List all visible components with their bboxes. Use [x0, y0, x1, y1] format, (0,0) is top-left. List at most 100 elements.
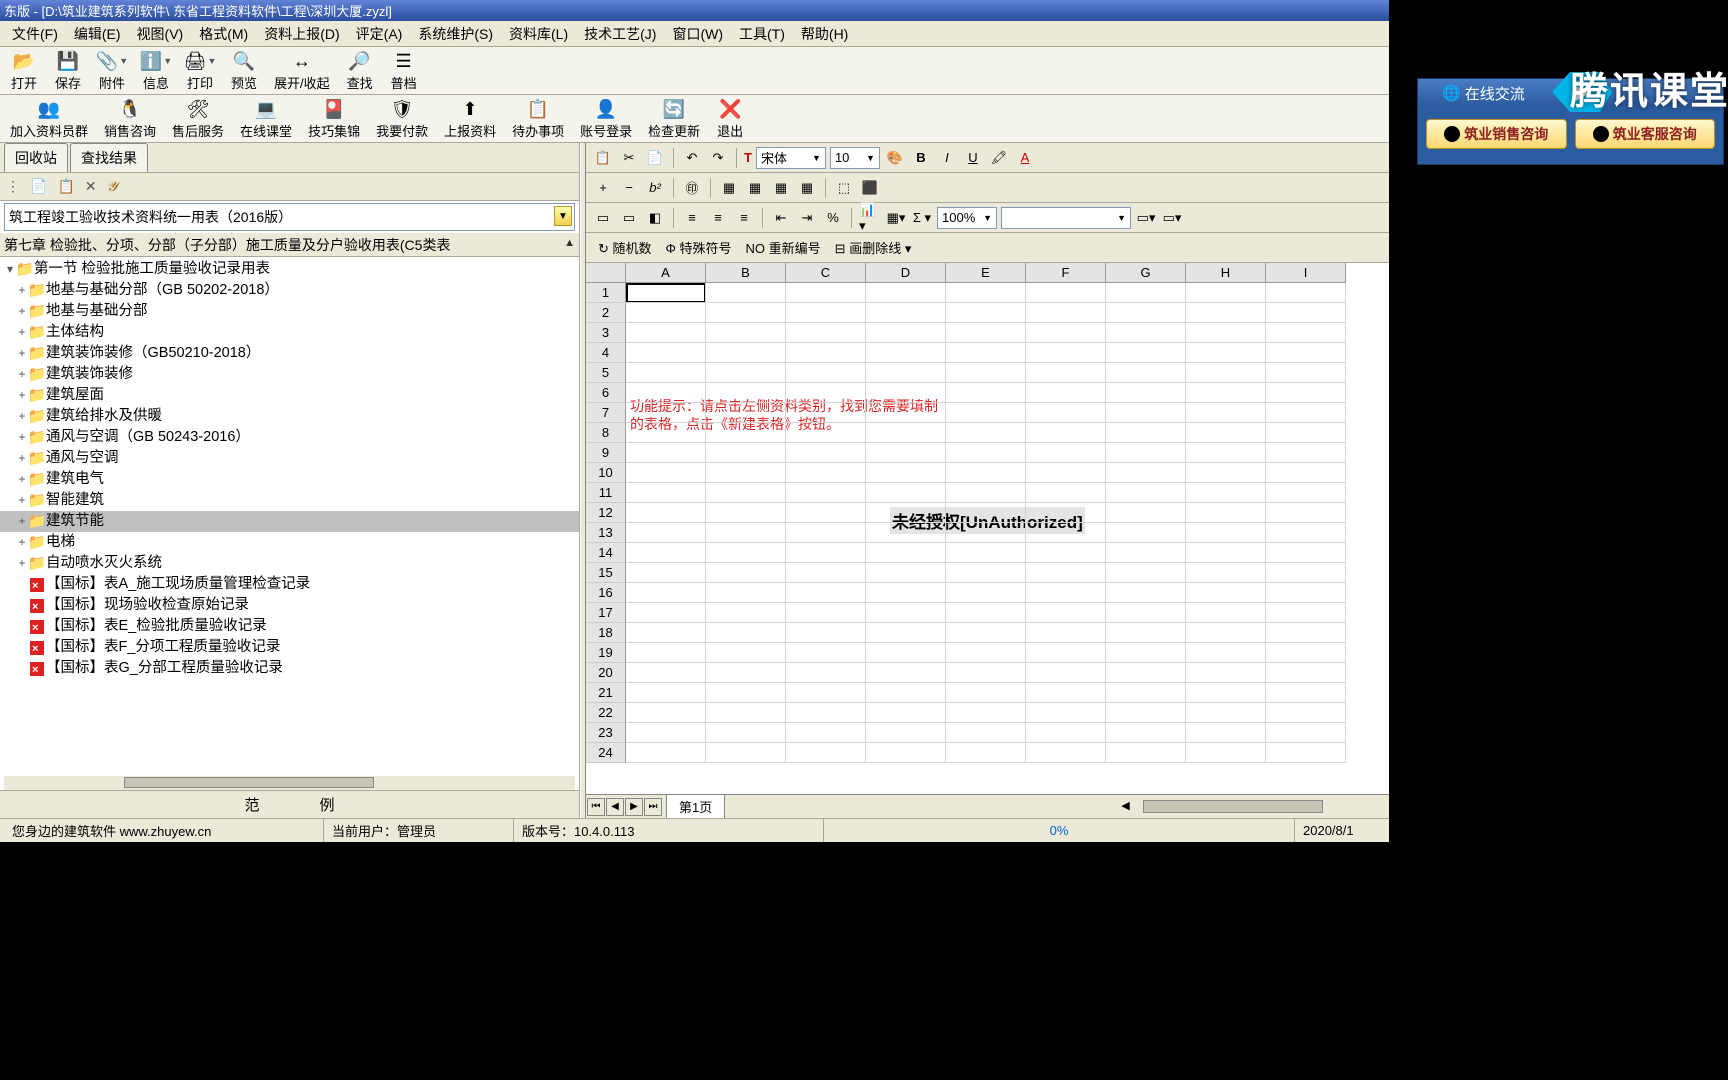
blank-selector[interactable]: ▼ [1001, 207, 1131, 229]
tree-item[interactable]: 【国标】表F_分项工程质量验收记录 [0, 637, 579, 658]
tree-paste-icon[interactable]: 📋 [57, 178, 74, 195]
bottom-tab-2[interactable]: 例 [320, 794, 335, 815]
box-1-icon[interactable]: ▭▾ [1135, 207, 1157, 229]
sheet-tab[interactable]: 第1页 [666, 794, 725, 818]
tree-filter-icon[interactable]: 𝒴 [107, 178, 118, 195]
tree-item[interactable]: +📁电梯 [0, 532, 579, 553]
row-header[interactable]: 23 [586, 723, 626, 743]
tb-tb1-3[interactable]: ℹ️▼信息 [134, 49, 178, 92]
sheet-next-icon[interactable]: ▶ [625, 798, 643, 816]
tb-tb2-2[interactable]: 🛠售后服务 [164, 97, 232, 140]
fontsize-selector[interactable]: 10 ▼ [830, 147, 880, 169]
menu-item-9[interactable]: 窗口(W) [664, 22, 731, 46]
tree-hscroll[interactable] [4, 776, 575, 790]
remove-icon[interactable]: − [618, 177, 640, 199]
tree-item[interactable]: 【国标】表E_检验批质量验收记录 [0, 616, 579, 637]
col-header[interactable]: C [786, 263, 866, 283]
paste-icon[interactable]: 📄 [644, 147, 666, 169]
expand-icon[interactable]: ▾ [4, 259, 16, 280]
expand-icon[interactable]: + [16, 469, 28, 490]
align-right-icon[interactable]: ≡ [733, 207, 755, 229]
menu-item-10[interactable]: 工具(T) [731, 22, 793, 46]
row-header[interactable]: 22 [586, 703, 626, 723]
col-header[interactable]: B [706, 263, 786, 283]
expand-icon[interactable]: + [16, 553, 28, 574]
row-header[interactable]: 10 [586, 463, 626, 483]
font-color-icon[interactable]: 🎨 [884, 147, 906, 169]
menu-item-2[interactable]: 视图(V) [129, 22, 192, 46]
expand-icon[interactable]: + [16, 532, 28, 553]
row-header[interactable]: 18 [586, 623, 626, 643]
tree-item[interactable]: ▾📁第一节 检验批施工质量验收记录用表 [0, 259, 579, 280]
expand-icon[interactable]: + [16, 343, 28, 364]
row-header[interactable]: 11 [586, 483, 626, 503]
menu-item-0[interactable]: 文件(F) [4, 22, 66, 46]
chapter-header[interactable]: 第七章 检验批、分项、分部（子分部）施工质量及分户验收用表(C5类表 ▲ [0, 233, 579, 257]
menu-item-5[interactable]: 评定(A) [348, 22, 411, 46]
tree-item[interactable]: +📁建筑给排水及供暖 [0, 406, 579, 427]
copy-icon[interactable]: 📋 [592, 147, 614, 169]
sum-icon[interactable]: Σ ▾ [911, 207, 933, 229]
tree-item[interactable]: +📁通风与空调（GB 50243-2016） [0, 427, 579, 448]
tb-tb2-4[interactable]: 🎴技巧集锦 [300, 97, 368, 140]
underline-icon[interactable]: U [962, 147, 984, 169]
tree-hscroll-thumb[interactable] [124, 777, 374, 788]
tree-item[interactable]: +📁建筑装饰装修 [0, 364, 579, 385]
undo-icon[interactable]: ↶ [681, 147, 703, 169]
sheet-last-icon[interactable]: ⏭ [644, 798, 662, 816]
tree-copy-icon[interactable]: 📄 [30, 178, 47, 195]
menu-item-7[interactable]: 资料库(L) [501, 22, 576, 46]
bottom-tab-1[interactable]: 范 [244, 794, 259, 815]
tb-tb2-5[interactable]: 🛡我要付款 [368, 97, 436, 140]
row-header[interactable]: 14 [586, 543, 626, 563]
border-4-icon[interactable]: ▦ [796, 177, 818, 199]
spreadsheet[interactable]: ABCDEFGHI 123456789101112131415161718192… [586, 263, 1389, 794]
tree-item[interactable]: +📁地基与基础分部 [0, 301, 579, 322]
sheet-first-icon[interactable]: ⏮ [587, 798, 605, 816]
tb-tb1-5[interactable]: 🔍预览 [222, 49, 266, 92]
align-left-icon[interactable]: ≡ [681, 207, 703, 229]
indent-inc-icon[interactable]: ⇥ [796, 207, 818, 229]
tree-item[interactable]: +📁建筑屋面 [0, 385, 579, 406]
tb-tb1-7[interactable]: 🔎查找 [338, 49, 382, 92]
hscroll-left-icon[interactable]: ◀ [1121, 799, 1129, 812]
stamp-icon[interactable]: ㊞ [681, 177, 703, 199]
row-header[interactable]: 8 [586, 423, 626, 443]
cut-icon[interactable]: ✂ [618, 147, 640, 169]
tb-tb2-0[interactable]: 👥加入资料员群 [2, 97, 96, 140]
col-header[interactable]: F [1026, 263, 1106, 283]
expand-icon[interactable]: + [16, 322, 28, 343]
merge-1-icon[interactable]: ⬚ [833, 177, 855, 199]
tool-c-icon[interactable]: ◧ [644, 207, 666, 229]
highlight-icon[interactable]: 🖍 [988, 147, 1010, 169]
btn-random[interactable]: ↻ 随机数 [598, 238, 652, 257]
tb-tb2-1[interactable]: 🐧销售咨询 [96, 97, 164, 140]
tb-tb1-1[interactable]: 💾保存 [46, 49, 90, 92]
border-2-icon[interactable]: ▦ [744, 177, 766, 199]
col-header[interactable]: I [1266, 263, 1346, 283]
form-selector[interactable]: 筑工程竣工验收技术资料统一用表（2016版） ▼ [4, 203, 575, 231]
row-header[interactable]: 20 [586, 663, 626, 683]
expand-icon[interactable]: + [16, 448, 28, 469]
text-tool-icon[interactable]: T [744, 150, 752, 165]
col-header[interactable]: G [1106, 263, 1186, 283]
row-header[interactable]: 12 [586, 503, 626, 523]
row-header[interactable]: 21 [586, 683, 626, 703]
service-consult-button[interactable]: 筑业客服咨询 [1575, 119, 1716, 149]
tool-b-icon[interactable]: ▭ [618, 207, 640, 229]
tb-tb2-10[interactable]: ❌退出 [708, 97, 752, 140]
zoom-selector[interactable]: 100% ▼ [937, 207, 997, 229]
sheet-hscroll[interactable]: ◀ [733, 799, 1389, 815]
row-header[interactable]: 13 [586, 523, 626, 543]
hscroll-thumb[interactable] [1143, 800, 1323, 813]
tree-item[interactable]: +📁建筑节能 [0, 511, 579, 532]
redo-icon[interactable]: ↷ [707, 147, 729, 169]
tb-tb1-0[interactable]: 📂打开 [2, 49, 46, 92]
tool-a-icon[interactable]: ▭ [592, 207, 614, 229]
collapse-arrow-icon[interactable]: ▲ [564, 237, 575, 249]
tree-item[interactable]: +📁自动喷水灭火系统 [0, 553, 579, 574]
tree-item[interactable]: +📁建筑电气 [0, 469, 579, 490]
tree-item[interactable]: 【国标】现场验收检查原始记录 [0, 595, 579, 616]
tb-tb1-6[interactable]: ↔展开/收起 [266, 49, 338, 92]
expand-icon[interactable]: + [16, 490, 28, 511]
